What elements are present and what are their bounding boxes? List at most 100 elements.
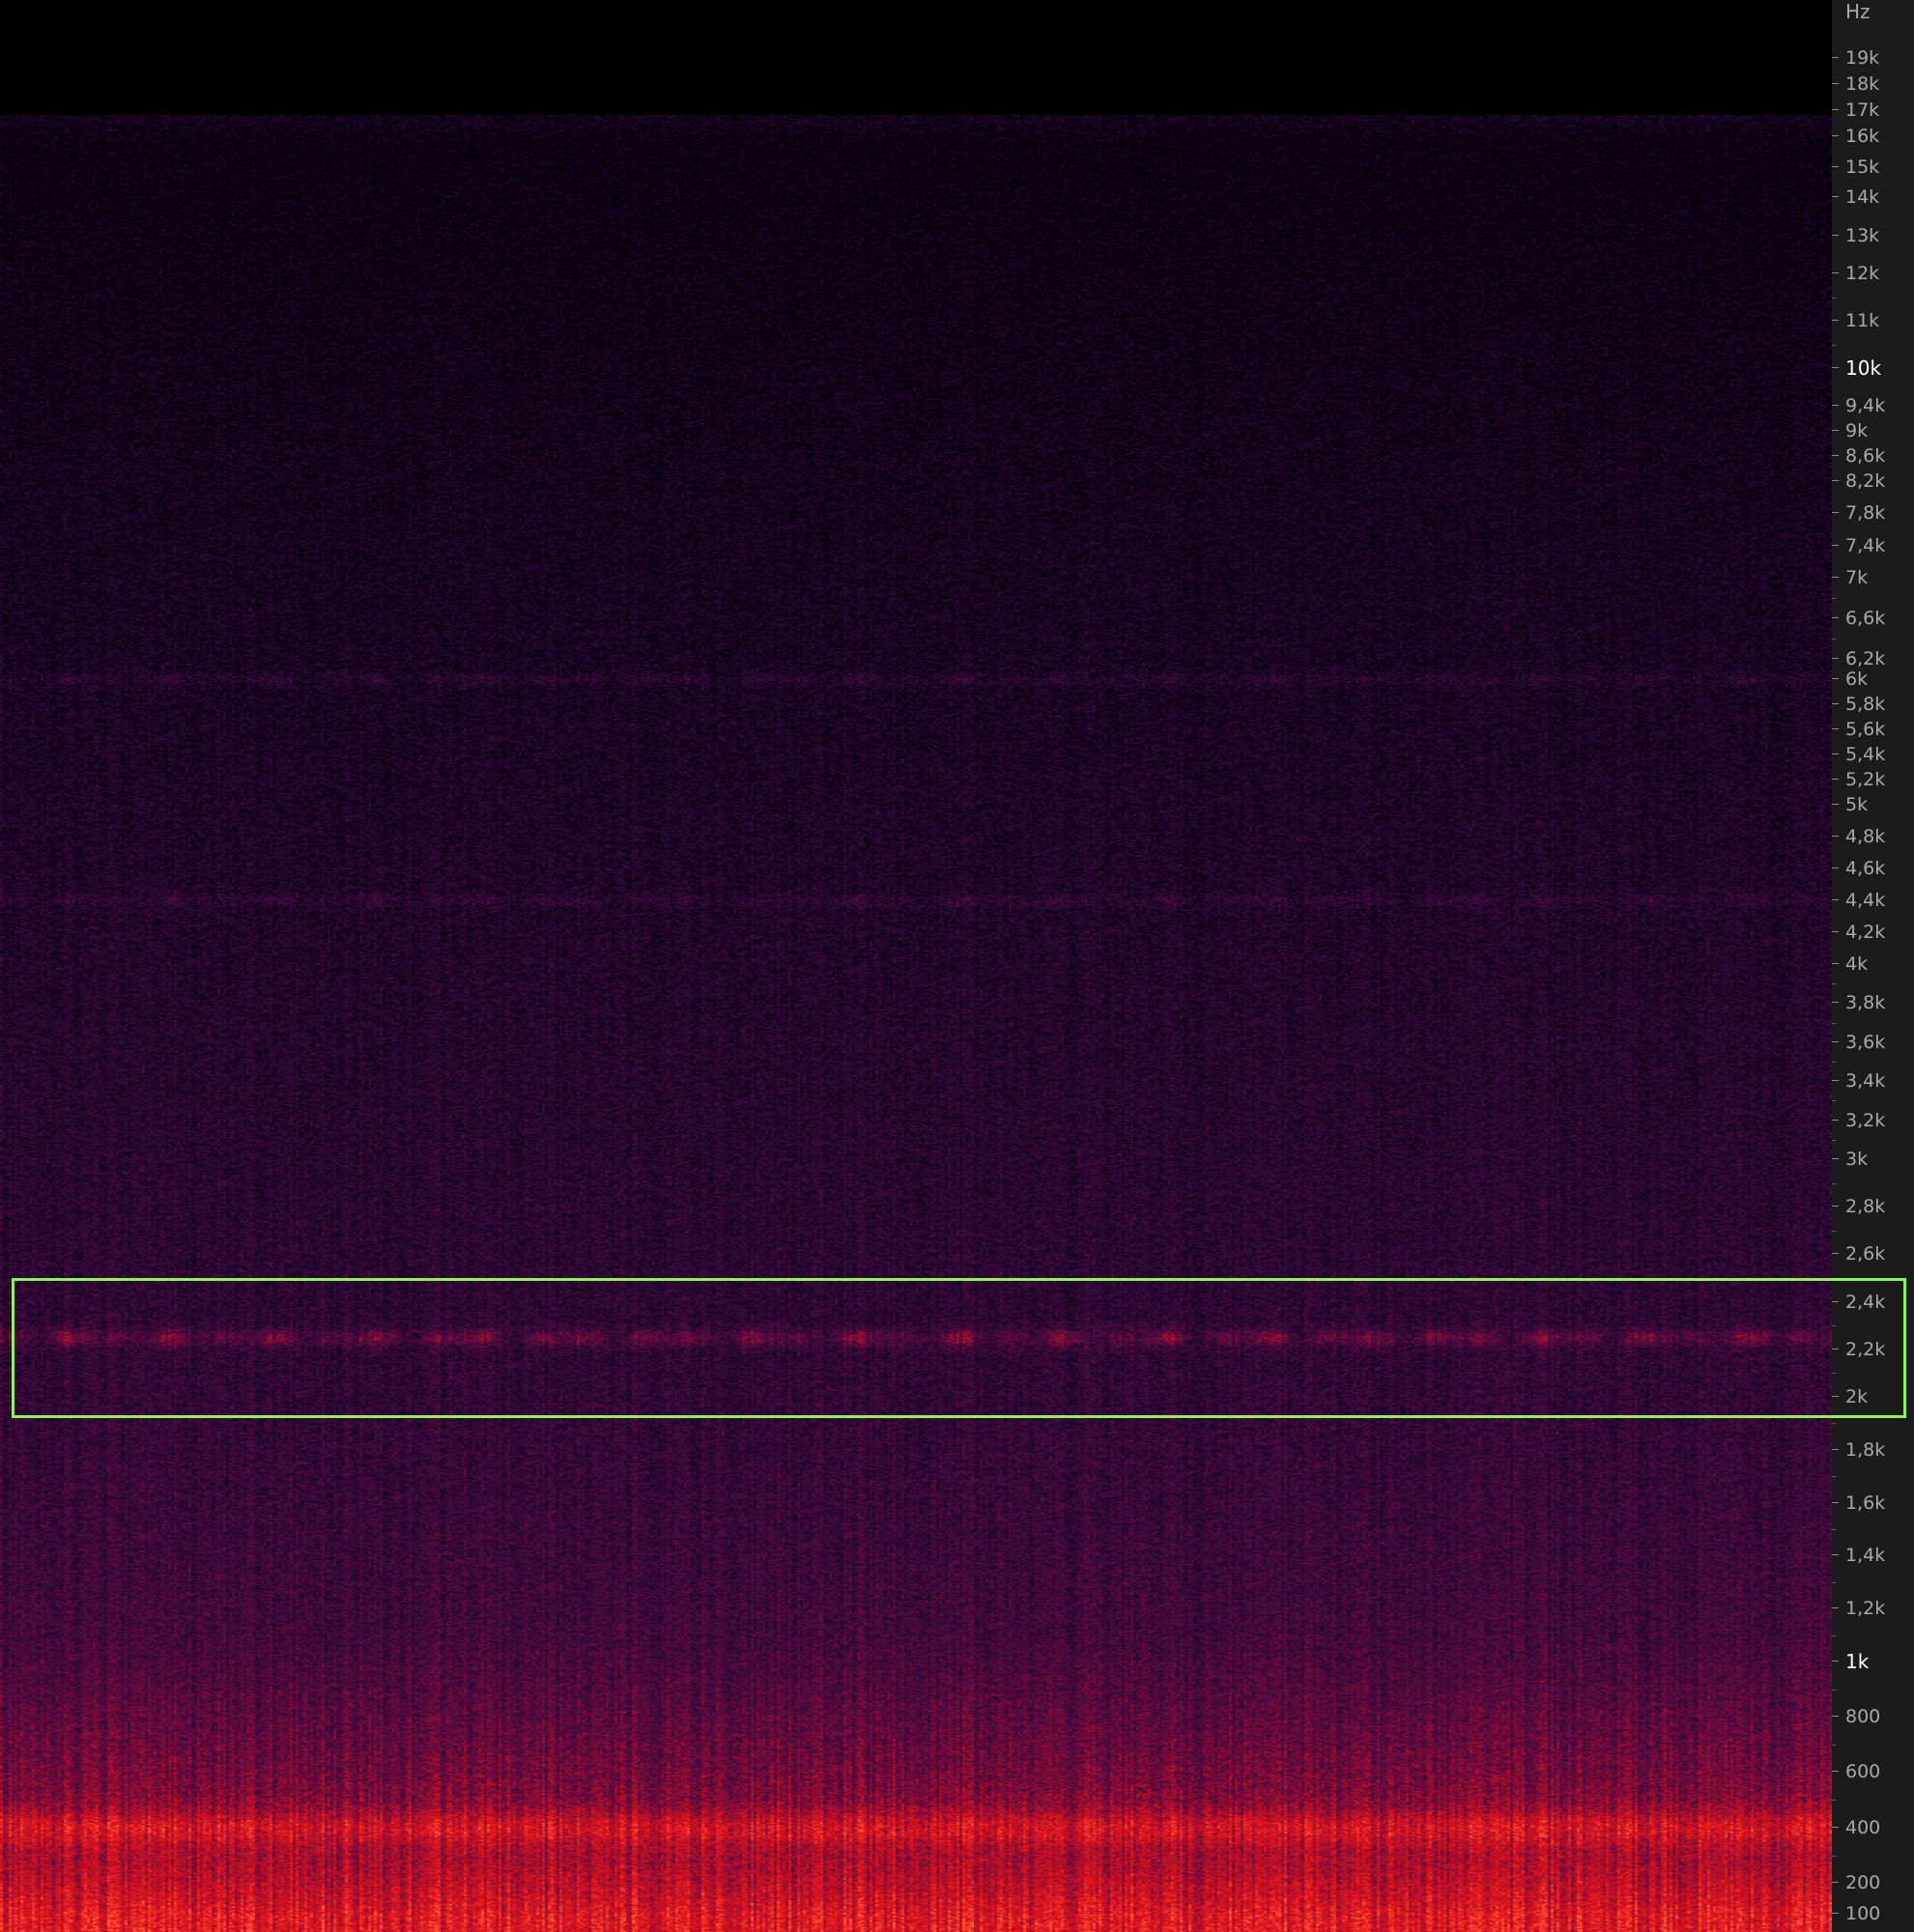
minor-tick-mark [1832, 1529, 1836, 1530]
tick-mark [1832, 1882, 1839, 1883]
tick-mark [1832, 1040, 1839, 1042]
tick-mark [1832, 1080, 1839, 1082]
tick-mark [1832, 405, 1839, 406]
tick-mark [1832, 804, 1839, 805]
tick-mark [1832, 165, 1839, 167]
frequency-tick-label: 14k [1845, 186, 1880, 208]
tick-mark [1832, 899, 1839, 900]
frequency-tick-label: 7,8k [1845, 502, 1886, 525]
spectrogram-view: Hz 100 200 400 600 800 1k 1,2k 1,4k 1,6k 1,8k 2k 2,… [0, 0, 1914, 1932]
frequency-tick-label: 3,2k [1845, 1109, 1886, 1131]
minor-tick-mark [1832, 1744, 1836, 1746]
frequency-tick-label: 4,8k [1845, 826, 1886, 847]
frequency-tick-label: 2,6k [1845, 1243, 1886, 1265]
frequency-tick-label: 8,6k [1845, 445, 1886, 467]
tick-mark [1832, 109, 1839, 110]
tick-mark [1832, 320, 1839, 321]
tick-mark [1832, 728, 1839, 729]
tick-mark [1832, 83, 1839, 84]
frequency-tick-label: 5k [1845, 794, 1869, 815]
frequency-tick-label: 16k [1845, 126, 1880, 147]
tick-mark [1832, 1554, 1839, 1556]
frequency-tick-label: 4k [1845, 953, 1869, 975]
minor-tick-mark [1832, 1230, 1836, 1232]
frequency-tick-label: 100 [1845, 1903, 1881, 1924]
frequency-tick-label: 18k [1845, 73, 1880, 95]
frequency-tick-label: 1,2k [1845, 1598, 1886, 1620]
spectrogram-canvas[interactable] [0, 0, 1832, 1932]
frequency-tick-label: 12k [1845, 263, 1880, 284]
minor-tick-mark [1832, 1100, 1836, 1102]
frequency-tick-label: 600 [1845, 1761, 1881, 1782]
tick-mark [1832, 577, 1839, 578]
tick-mark [1832, 1607, 1839, 1609]
tick-mark [1832, 658, 1839, 659]
minor-tick-mark [1832, 344, 1836, 346]
frequency-tick-label: 8,2k [1845, 470, 1886, 492]
tick-mark [1832, 1119, 1839, 1121]
frequency-tick-label: 200 [1845, 1872, 1881, 1893]
tick-mark [1832, 963, 1839, 964]
tick-mark [1832, 480, 1839, 481]
tick-mark [1832, 617, 1839, 618]
frequency-tick-label: 800 [1845, 1706, 1881, 1727]
minor-tick-mark [1832, 1476, 1836, 1478]
tick-mark [1832, 57, 1839, 58]
frequency-tick-label: 4,6k [1845, 858, 1886, 879]
frequency-tick-label: 11k [1845, 310, 1880, 331]
frequency-tick-label: 400 [1845, 1817, 1881, 1838]
tick-mark [1832, 703, 1839, 704]
frequency-tick-label: 3,8k [1845, 992, 1886, 1014]
frequency-tick-label: 6,6k [1845, 608, 1886, 629]
tick-mark [1832, 1501, 1839, 1503]
frequency-tick-label: 19k [1845, 47, 1880, 69]
frequency-selection-box[interactable] [12, 1278, 1906, 1418]
tick-mark [1832, 1253, 1839, 1255]
minor-tick-mark [1832, 1423, 1836, 1425]
frequency-tick-label: 10k [1845, 356, 1882, 380]
tick-mark [1832, 1827, 1839, 1828]
tick-mark [1832, 135, 1839, 136]
tick-mark [1832, 836, 1839, 837]
frequency-tick-label: 5,4k [1845, 744, 1886, 765]
frequency-tick-label: 3k [1845, 1149, 1869, 1170]
minor-tick-mark [1832, 1581, 1836, 1583]
frequency-tick-label: 1,4k [1845, 1545, 1886, 1567]
frequency-tick-label: 4,2k [1845, 922, 1886, 943]
frequency-tick-label: 3,6k [1845, 1031, 1886, 1053]
frequency-tick-label: 13k [1845, 224, 1880, 246]
minor-tick-mark [1832, 1800, 1836, 1801]
minor-tick-mark [1832, 1634, 1836, 1636]
frequency-tick-label: 9,4k [1845, 395, 1886, 416]
tick-mark [1832, 234, 1839, 236]
tick-mark [1832, 779, 1839, 780]
tick-mark [1832, 1448, 1839, 1450]
frequency-tick-label: 6,2k [1845, 648, 1886, 669]
tick-mark [1832, 1716, 1839, 1717]
tick-mark [1832, 931, 1839, 932]
tick-mark [1832, 1771, 1839, 1772]
tick-mark [1832, 272, 1839, 273]
frequency-tick-label: 6k [1845, 668, 1869, 690]
tick-mark [1832, 1913, 1839, 1914]
frequency-axis: Hz 100 200 400 600 800 1k 1,2k 1,4k 1,6k 1,8k 2k 2,… [1832, 0, 1914, 1932]
frequency-tick-label: 4,4k [1845, 890, 1886, 911]
frequency-tick-label: 9k [1845, 420, 1869, 441]
frequency-tick-label: 5,6k [1845, 719, 1886, 740]
minor-tick-mark [1832, 1855, 1836, 1857]
tick-mark [1832, 1002, 1839, 1004]
frequency-tick-label: 5,8k [1845, 694, 1886, 715]
frequency-tick-label: 1,8k [1845, 1438, 1886, 1461]
frequency-tick-label: 17k [1845, 99, 1880, 121]
tick-mark [1832, 544, 1839, 546]
tick-mark [1832, 1661, 1839, 1662]
minor-tick-mark [1832, 1182, 1836, 1184]
frequency-tick-label: 1,6k [1845, 1492, 1886, 1514]
tick-mark [1832, 1206, 1839, 1208]
minor-tick-mark [1832, 1022, 1836, 1024]
tick-mark [1832, 367, 1839, 368]
tick-mark [1832, 430, 1839, 431]
tick-mark [1832, 1158, 1839, 1159]
tick-mark [1832, 196, 1839, 197]
tick-mark [1832, 753, 1839, 754]
